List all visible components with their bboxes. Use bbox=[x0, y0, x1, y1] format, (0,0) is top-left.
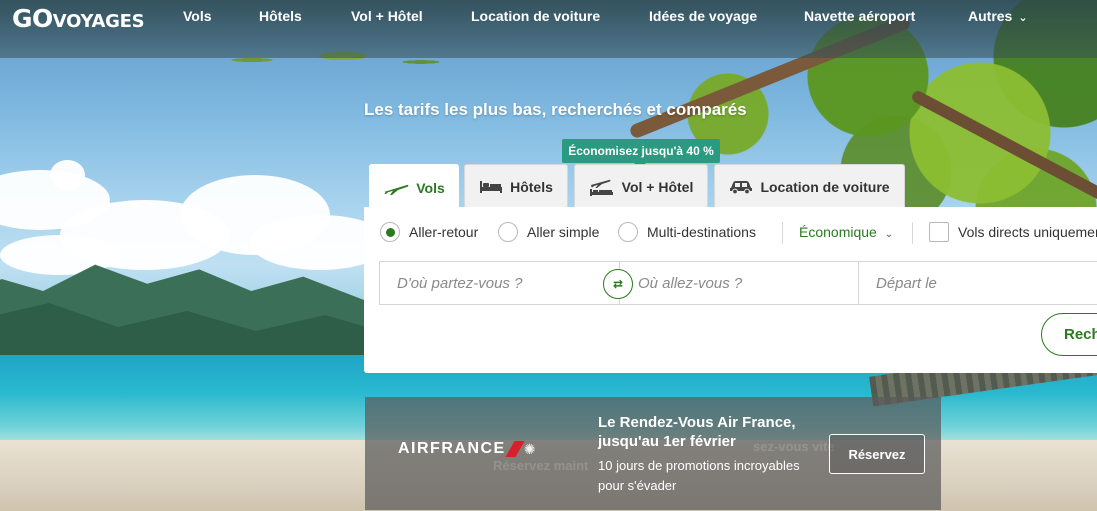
checkbox-label: Vols directs uniquement bbox=[958, 224, 1097, 240]
departure-placeholder: Départ le bbox=[876, 274, 937, 292]
direct-flights-checkbox[interactable]: Vols directs uniquement bbox=[929, 222, 1097, 242]
search-button[interactable]: Rechercher bbox=[1041, 313, 1097, 356]
promo-title: Le Rendez-Vous Air France, jusqu'au 1er … bbox=[598, 414, 796, 450]
origin-placeholder: D'où partez-vous ? bbox=[397, 274, 523, 292]
radio-multi-destinations[interactable]: Multi-destinations bbox=[618, 222, 756, 242]
nav-item-autres[interactable]: Autres ⌄ bbox=[968, 8, 1028, 24]
tab-hotels[interactable]: Hôtels bbox=[464, 164, 568, 208]
departure-date-input[interactable]: Départ le bbox=[858, 261, 1097, 305]
radio-dot bbox=[380, 222, 400, 242]
nav-item-hotels[interactable]: Hôtels bbox=[259, 8, 302, 24]
reserve-button[interactable]: Réservez bbox=[829, 434, 925, 474]
nav-item-location-voiture[interactable]: Location de voiture bbox=[471, 8, 600, 24]
radio-label: Multi-destinations bbox=[647, 224, 756, 240]
radio-label: Aller-retour bbox=[409, 224, 479, 240]
govoyages-logo[interactable]: GO VOYAGES bbox=[12, 4, 145, 33]
swap-arrows-icon: ⇄ bbox=[612, 277, 624, 291]
plane-hotel-icon bbox=[589, 178, 615, 196]
promo-subtitle: 10 jours de promotions incroyables pour … bbox=[598, 458, 800, 493]
savings-badge: Économisez jusqu'à 40 % bbox=[562, 139, 720, 169]
nav-item-navette-aeroport[interactable]: Navette aéroport bbox=[804, 8, 915, 24]
logo-go: GO bbox=[12, 4, 53, 33]
radio-aller-simple[interactable]: Aller simple bbox=[498, 222, 599, 242]
airfrance-promo-banner[interactable]: Réservez maint sez-vous vite AIRFRANCE ✺… bbox=[365, 397, 941, 510]
tab-label: Vol + Hôtel bbox=[621, 178, 694, 195]
search-button-label: Rechercher bbox=[1064, 326, 1097, 343]
tab-vols[interactable]: Vols bbox=[369, 164, 459, 210]
nav-item-vol-hotel[interactable]: Vol + Hôtel bbox=[351, 8, 423, 24]
flight-search-panel: Aller-retour Aller simple Multi-destinat… bbox=[364, 207, 1097, 373]
airfrance-logo: AIRFRANCE ✺ bbox=[398, 440, 537, 458]
bed-icon bbox=[479, 180, 503, 194]
swap-locations-button[interactable]: ⇄ bbox=[603, 269, 633, 299]
divider bbox=[782, 222, 783, 244]
tab-location-voiture[interactable]: Location de voiture bbox=[714, 164, 905, 208]
top-navigation-bar: GO VOYAGES Vols Hôtels Vol + Hôtel Locat… bbox=[0, 0, 1097, 58]
cabin-class-value: Économique bbox=[799, 224, 877, 240]
airfrance-logo-text: AIRFRANCE bbox=[398, 440, 506, 457]
destination-input[interactable]: Où allez-vous ? bbox=[619, 261, 860, 305]
hero-tagline: Les tarifs les plus bas, recherchés et c… bbox=[364, 100, 747, 119]
tab-label: Location de voiture bbox=[760, 178, 890, 195]
tab-vol-hotel[interactable]: Vol + Hôtel bbox=[574, 164, 708, 208]
nav-item-idees-voyage[interactable]: Idées de voyage bbox=[649, 8, 757, 24]
logo-voyages: VOYAGES bbox=[52, 11, 145, 32]
cabin-class-select[interactable]: Économique ⌄ bbox=[799, 224, 893, 240]
chevron-down-icon: ⌄ bbox=[884, 229, 894, 240]
radio-label: Aller simple bbox=[527, 224, 600, 240]
radio-aller-retour[interactable]: Aller-retour bbox=[380, 222, 478, 242]
car-icon bbox=[729, 180, 753, 194]
checkbox-box bbox=[929, 222, 949, 242]
radio-dot bbox=[498, 222, 518, 242]
nav-autres-label: Autres bbox=[968, 8, 1013, 24]
trip-type-row: Aller-retour Aller simple Multi-destinat… bbox=[380, 222, 1097, 244]
ghost-text: Réservez maint bbox=[493, 458, 589, 473]
airfrance-stripe-icon bbox=[505, 441, 525, 457]
tab-label: Hôtels bbox=[510, 178, 553, 195]
radio-dot bbox=[618, 222, 638, 242]
divider bbox=[912, 222, 913, 244]
origin-input[interactable]: D'où partez-vous ? bbox=[379, 261, 620, 305]
chevron-down-icon: ⌄ bbox=[1018, 12, 1028, 24]
tab-label: Vols bbox=[416, 179, 445, 196]
destination-placeholder: Où allez-vous ? bbox=[638, 274, 743, 292]
airfrance-seahorse-icon: ✺ bbox=[523, 440, 537, 457]
plane-icon bbox=[383, 181, 409, 195]
nav-item-vols[interactable]: Vols bbox=[183, 8, 212, 24]
